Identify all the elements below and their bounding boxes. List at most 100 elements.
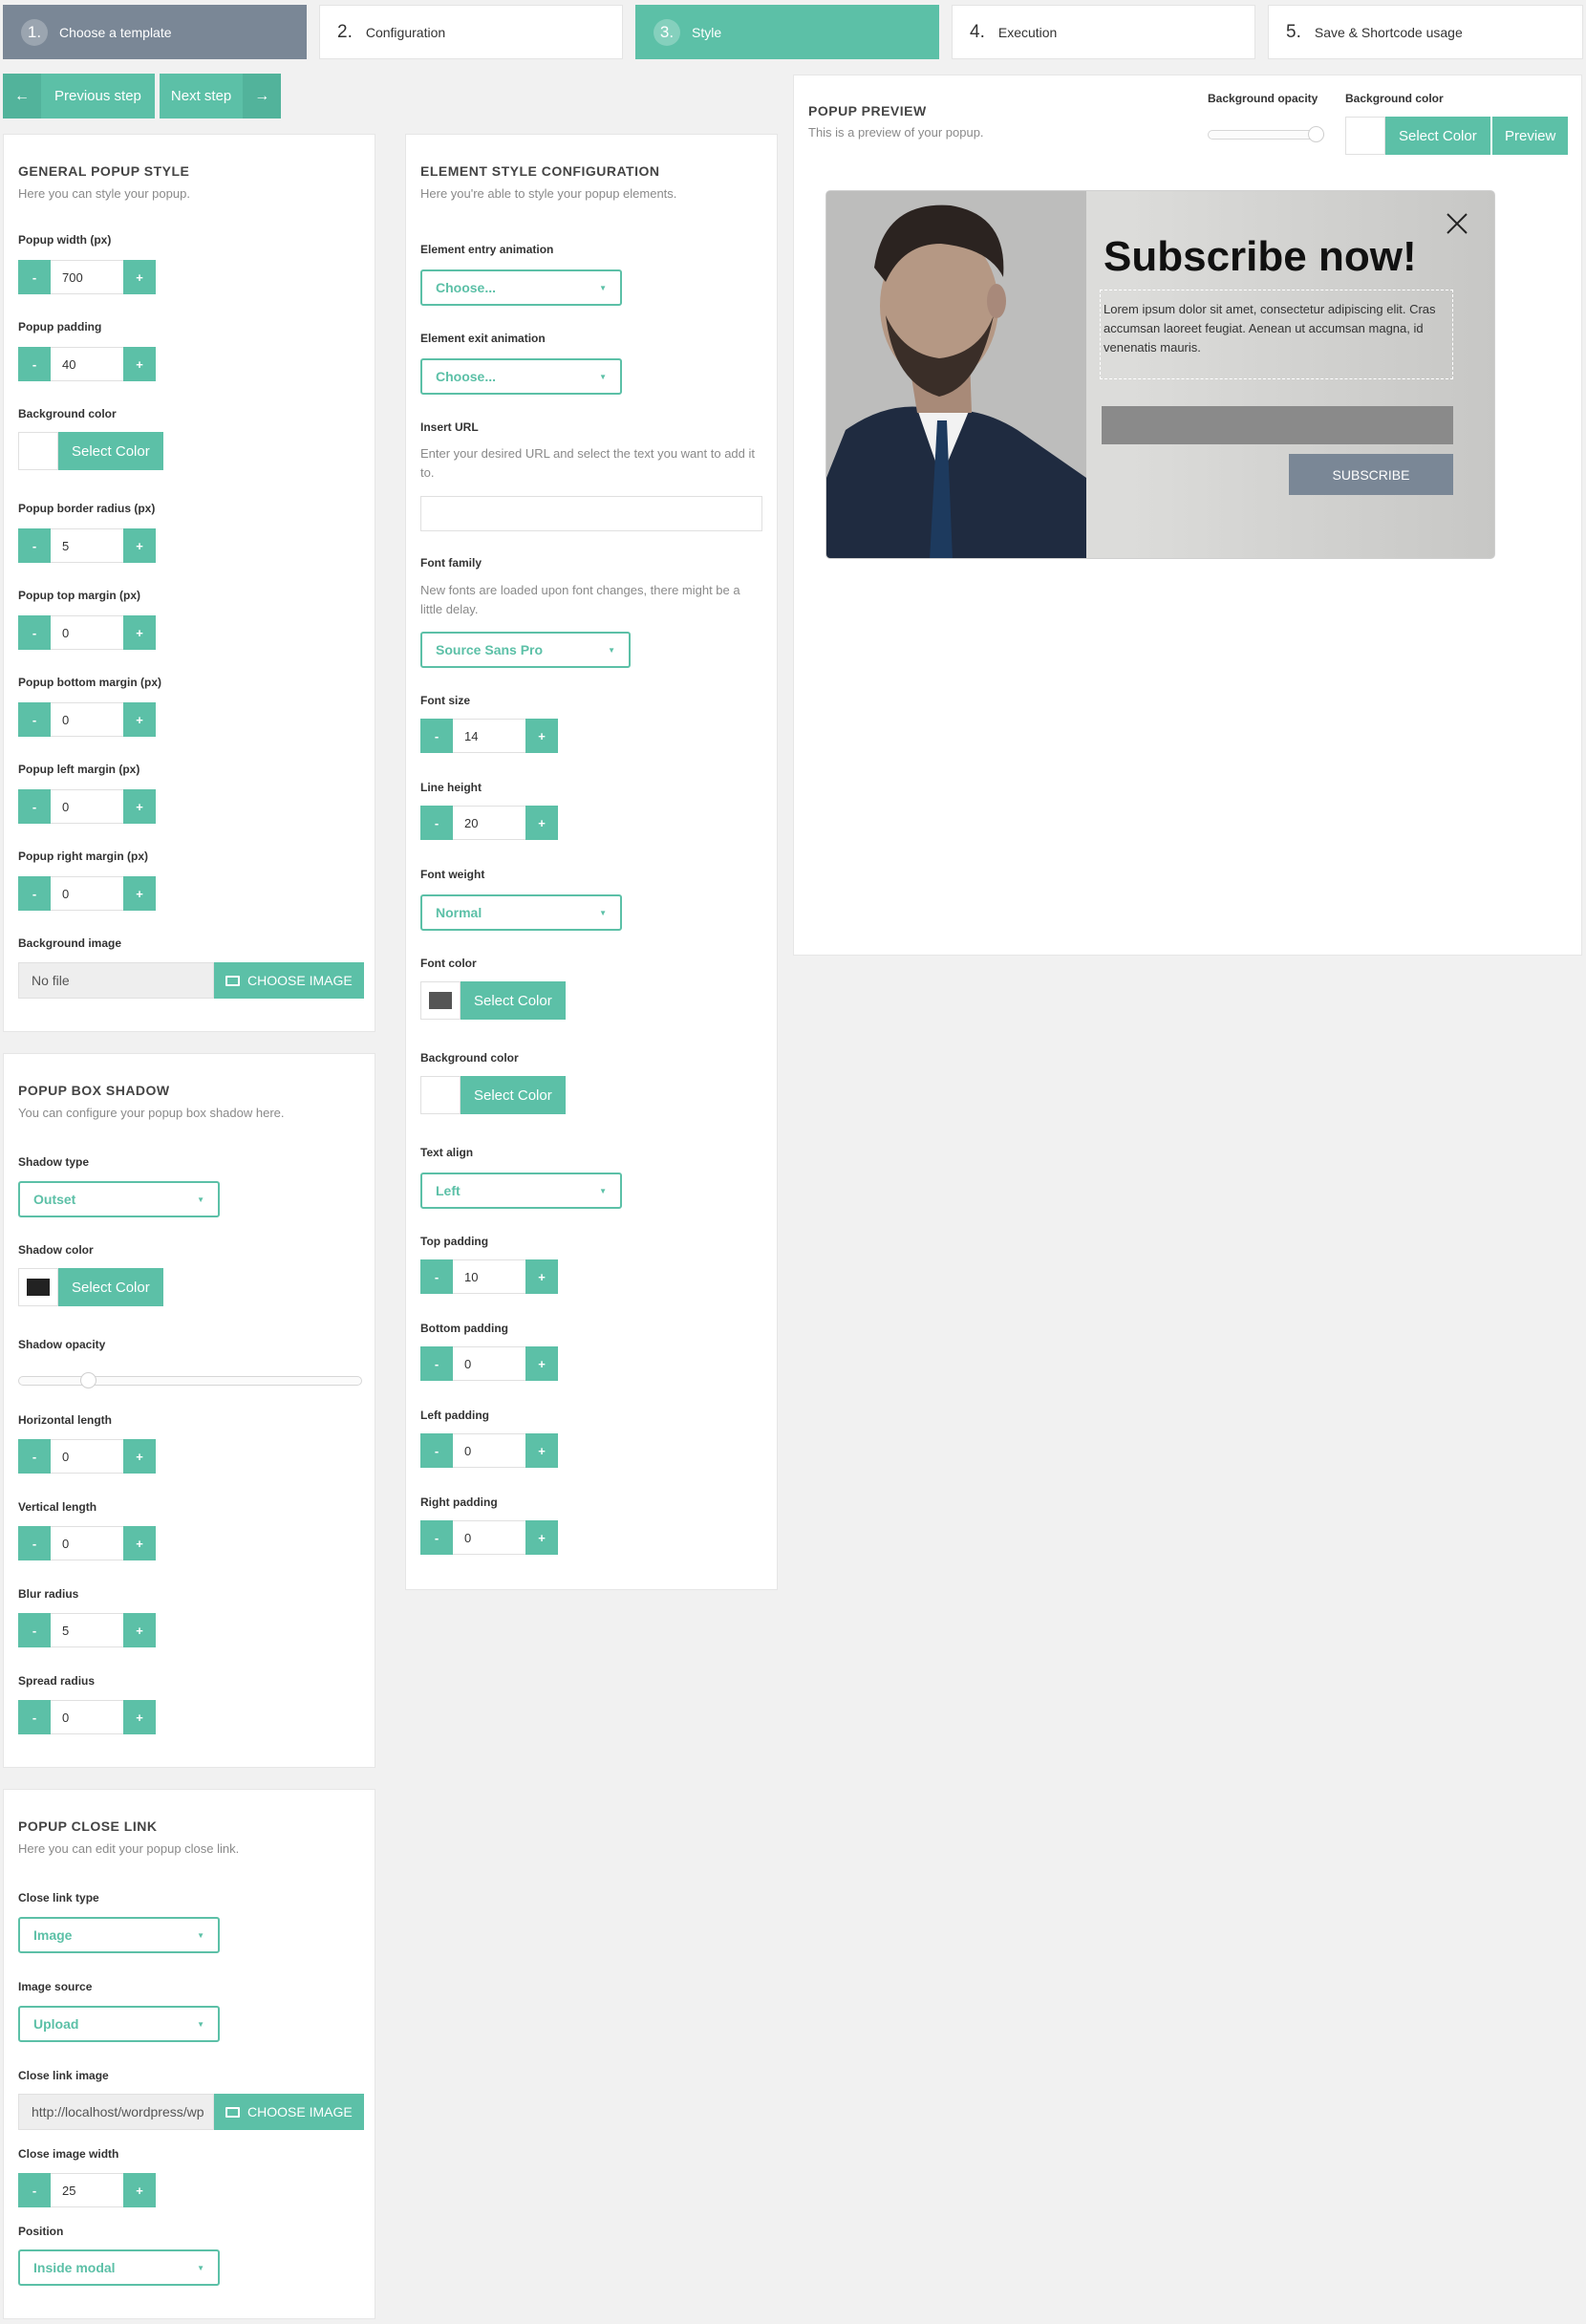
subscribe-button[interactable]: SUBSCRIBE [1289, 454, 1453, 495]
caret-down-icon: ▼ [599, 1186, 607, 1195]
shadow-type-select[interactable]: Outset ▼ [18, 1181, 220, 1217]
font-size-input[interactable]: 14 [453, 719, 525, 753]
choose-image-button[interactable]: CHOOSE IMAGE [214, 2094, 364, 2130]
increment-button[interactable]: + [123, 528, 156, 563]
exit-animation-select[interactable]: Choose... ▼ [420, 358, 622, 395]
increment-button[interactable]: + [525, 1259, 558, 1294]
close-link-type-label: Close link type [18, 1891, 99, 1904]
blur-radius-label: Blur radius [18, 1587, 79, 1601]
border-radius-label: Popup border radius (px) [18, 502, 156, 515]
step-choose-template[interactable]: 1. Choose a template [3, 5, 307, 59]
color-swatch[interactable] [420, 1076, 461, 1114]
blur-radius-input[interactable]: 5 [51, 1613, 123, 1647]
increment-button[interactable]: + [525, 719, 558, 753]
decrement-button[interactable]: - [18, 1439, 51, 1474]
insert-url-input[interactable] [420, 496, 762, 531]
popup-padding-input[interactable]: 40 [51, 347, 123, 381]
increment-button[interactable]: + [123, 1439, 156, 1474]
increment-button[interactable]: + [525, 1433, 558, 1468]
step-execution[interactable]: 4. Execution [952, 5, 1255, 59]
close-image-width-input[interactable]: 25 [51, 2173, 123, 2207]
increment-button[interactable]: + [123, 702, 156, 737]
decrement-button[interactable]: - [420, 1433, 453, 1468]
color-swatch[interactable] [420, 981, 461, 1020]
background-opacity-label: Background opacity [1208, 92, 1318, 105]
popup-body-text: Lorem ipsum dolor sit amet, consectetur … [1100, 290, 1453, 379]
shadow-opacity-slider[interactable] [18, 1372, 362, 1388]
spread-radius-input[interactable]: 0 [51, 1700, 123, 1734]
selected-value: Source Sans Pro [436, 642, 544, 657]
step-style[interactable]: 3. Style [635, 5, 939, 59]
font-weight-select[interactable]: Normal ▼ [420, 894, 622, 931]
color-swatch[interactable] [18, 1268, 58, 1306]
decrement-button[interactable]: - [18, 876, 51, 911]
increment-button[interactable]: + [123, 876, 156, 911]
decrement-button[interactable]: - [18, 1526, 51, 1560]
left-padding-input[interactable]: 0 [453, 1433, 525, 1468]
previous-step-button[interactable]: ← Previous step [3, 74, 155, 118]
horizontal-length-input[interactable]: 0 [51, 1439, 123, 1474]
background-opacity-slider[interactable] [1208, 126, 1324, 142]
select-color-button[interactable]: Select Color [461, 981, 566, 1020]
right-margin-input[interactable]: 0 [51, 876, 123, 911]
font-family-select[interactable]: Source Sans Pro ▼ [420, 632, 631, 668]
position-select[interactable]: Inside modal ▼ [18, 2249, 220, 2286]
slider-handle[interactable] [80, 1372, 96, 1388]
increment-button[interactable]: + [123, 789, 156, 824]
text-align-select[interactable]: Left ▼ [420, 1173, 622, 1209]
decrement-button[interactable]: - [18, 528, 51, 563]
popup-width-input[interactable]: 700 [51, 260, 123, 294]
choose-image-button[interactable]: CHOOSE IMAGE [214, 962, 364, 999]
decrement-button[interactable]: - [18, 789, 51, 824]
entry-animation-select[interactable]: Choose... ▼ [420, 269, 622, 306]
decrement-button[interactable]: - [18, 260, 51, 294]
selected-value: Left [436, 1183, 461, 1198]
increment-button[interactable]: + [525, 1520, 558, 1555]
next-step-button[interactable]: Next step → [159, 74, 282, 118]
increment-button[interactable]: + [123, 1700, 156, 1734]
step-save-shortcode[interactable]: 5. Save & Shortcode usage [1268, 5, 1583, 59]
decrement-button[interactable]: - [420, 719, 453, 753]
increment-button[interactable]: + [123, 1613, 156, 1647]
line-height-input[interactable]: 20 [453, 806, 525, 840]
slider-handle[interactable] [1308, 126, 1324, 142]
decrement-button[interactable]: - [420, 1520, 453, 1555]
image-source-select[interactable]: Upload ▼ [18, 2006, 220, 2042]
bottom-margin-input[interactable]: 0 [51, 702, 123, 737]
select-color-button[interactable]: Select Color [58, 1268, 163, 1306]
top-padding-input[interactable]: 10 [453, 1259, 525, 1294]
preview-button[interactable]: Preview [1492, 117, 1569, 155]
increment-button[interactable]: + [525, 1346, 558, 1381]
decrement-button[interactable]: - [420, 1346, 453, 1381]
select-color-button[interactable]: Select Color [1385, 117, 1490, 155]
decrement-button[interactable]: - [420, 1259, 453, 1294]
step-configuration[interactable]: 2. Configuration [319, 5, 623, 59]
increment-button[interactable]: + [525, 806, 558, 840]
increment-button[interactable]: + [123, 1526, 156, 1560]
color-swatch[interactable] [1345, 117, 1385, 155]
decrement-button[interactable]: - [18, 347, 51, 381]
close-icon[interactable] [1446, 212, 1468, 235]
bottom-padding-input[interactable]: 0 [453, 1346, 525, 1381]
popup-email-input[interactable] [1102, 406, 1453, 444]
right-padding-input[interactable]: 0 [453, 1520, 525, 1555]
decrement-button[interactable]: - [18, 2173, 51, 2207]
top-margin-input[interactable]: 0 [51, 615, 123, 650]
decrement-button[interactable]: - [18, 615, 51, 650]
decrement-button[interactable]: - [420, 806, 453, 840]
select-color-button[interactable]: Select Color [58, 432, 163, 470]
decrement-button[interactable]: - [18, 702, 51, 737]
increment-button[interactable]: + [123, 347, 156, 381]
close-link-type-select[interactable]: Image ▼ [18, 1917, 220, 1953]
increment-button[interactable]: + [123, 615, 156, 650]
color-swatch[interactable] [18, 432, 58, 470]
decrement-button[interactable]: - [18, 1613, 51, 1647]
increment-button[interactable]: + [123, 260, 156, 294]
decrement-button[interactable]: - [18, 1700, 51, 1734]
border-radius-input[interactable]: 5 [51, 528, 123, 563]
left-margin-input[interactable]: 0 [51, 789, 123, 824]
increment-button[interactable]: + [123, 2173, 156, 2207]
select-color-button[interactable]: Select Color [461, 1076, 566, 1114]
panel-subtitle: Here you're able to style your popup ele… [420, 186, 677, 201]
vertical-length-input[interactable]: 0 [51, 1526, 123, 1560]
